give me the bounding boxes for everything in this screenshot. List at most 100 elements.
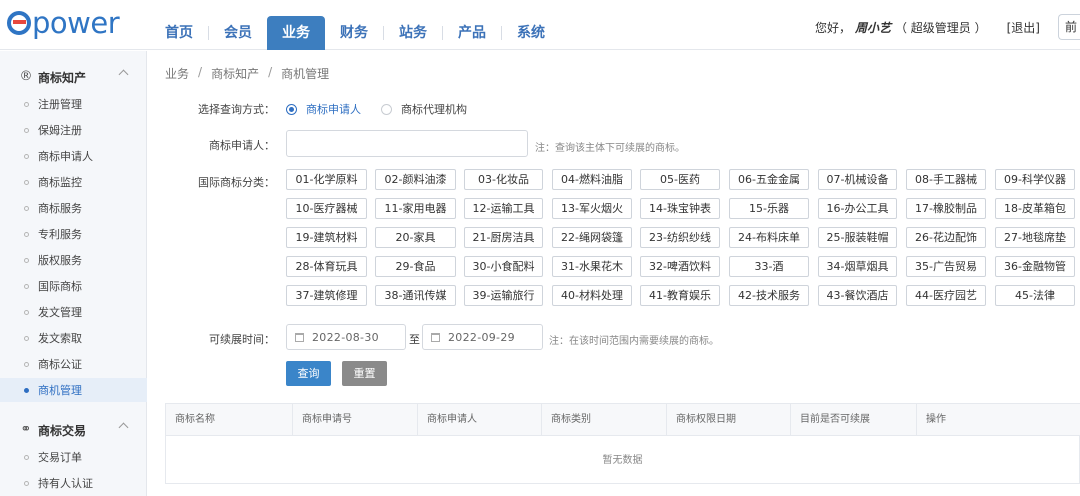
category-option[interactable]: 43-餐饮酒店 [818,285,897,306]
category-option[interactable]: 34-烟草烟具 [818,256,897,277]
category-option[interactable]: 03-化妆品 [464,169,543,190]
table-column-header: 目前是否可续展 [791,404,917,436]
epower-logo[interactable]: power [7,6,120,40]
category-option[interactable]: 32-啤酒饮料 [640,256,720,277]
calendar-icon [431,332,440,342]
category-option[interactable]: 29-食品 [375,256,456,277]
category-option[interactable]: 40-材料处理 [552,285,632,306]
query-button[interactable]: 查询 [286,361,331,386]
category-option[interactable]: 26-花边配饰 [906,227,986,248]
category-option[interactable]: 14-珠宝钟表 [640,198,720,219]
sidebar-item[interactable]: 国际商标 [0,274,147,298]
sidebar-item-label: 保姆注册 [38,124,82,137]
date-to-input[interactable]: 2022-09-29 [422,324,543,350]
handshake-icon: ⚭ [20,422,32,437]
breadcrumb-item[interactable]: 商标知产 [211,65,259,82]
sidebar-item[interactable]: 专利服务 [0,222,147,246]
sidebar-item-label: 注册管理 [38,98,82,111]
radio-circle [286,103,297,115]
category-option[interactable]: 17-橡胶制品 [906,198,986,219]
category-option[interactable]: 16-办公工具 [818,198,897,219]
category-option[interactable]: 42-技术服务 [729,285,809,306]
category-option[interactable]: 06-五金金属 [729,169,809,190]
category-option[interactable]: 12-运输工具 [464,198,543,219]
home-button[interactable]: 前 [1058,14,1080,40]
bullet-icon [24,361,29,367]
category-option[interactable]: 41-教育娱乐 [640,285,720,306]
category-option[interactable]: 35-广告贸易 [906,256,986,277]
applicant-input[interactable] [286,130,528,157]
category-option[interactable]: 07-机械设备 [818,169,897,190]
nav-tab-3[interactable]: 财务 [325,16,383,50]
category-option[interactable]: 24-布料床单 [729,227,809,248]
category-option[interactable]: 21-厨房洁具 [464,227,543,248]
category-option[interactable]: 10-医疗器械 [286,198,367,219]
top-navigation: 首页 会员 业务 财务 站务 产品 系统 [150,16,560,50]
category-option[interactable]: 13-军火烟火 [552,198,632,219]
sidebar-item-label: 商标服务 [38,202,82,215]
sidebar-item[interactable]: 保姆注册 [0,118,147,142]
category-option[interactable]: 44-医疗园艺 [906,285,986,306]
category-option[interactable]: 27-地毯席垫 [995,227,1075,248]
category-option[interactable]: 28-体育玩具 [286,256,367,277]
sidebar-item[interactable]: 发文管理 [0,300,147,324]
nav-tab-6[interactable]: 系统 [502,16,560,50]
table-column-header: 商标权限日期 [667,404,791,436]
greeting-text: 您好， [814,20,851,35]
category-option[interactable]: 04-燃料油脂 [552,169,632,190]
registered-icon: ® [19,69,33,84]
sidebar-item[interactable]: 交易订单 [0,445,147,469]
sidebar-item[interactable]: 持有人认证 [0,471,147,495]
sidebar-group-trademark[interactable]: ® 商标知产 [0,64,147,90]
category-option[interactable]: 09-科学仪器 [995,169,1075,190]
sidebar-item[interactable]: 商机管理 [0,378,147,402]
category-option[interactable]: 25-服装鞋帽 [818,227,897,248]
sidebar-item[interactable]: 发文索取 [0,326,147,350]
nav-tab-2[interactable]: 业务 [267,16,325,50]
bullet-icon [24,127,29,133]
category-option[interactable]: 45-法律 [995,285,1075,306]
sidebar-item[interactable]: 注册管理 [0,92,147,116]
radio-agency[interactable]: 商标代理机构 [381,101,467,117]
category-option[interactable]: 15-乐器 [729,198,809,219]
category-option[interactable]: 31-水果花木 [552,256,632,277]
results-table: 商标名称 商标申请号 商标申请人 商标类别 商标权限日期 目前是否可续展 操作 暂无数据 [165,403,1080,484]
radio-applicant[interactable]: 商标申请人 [286,101,361,117]
category-option[interactable]: 19-建筑材料 [286,227,367,248]
nav-tab-0[interactable]: 首页 [150,16,208,50]
category-option[interactable]: 18-皮革箱包 [995,198,1075,219]
nav-tab-4[interactable]: 站务 [384,16,442,50]
category-option[interactable]: 33-酒 [729,256,809,277]
radio-circle [381,103,392,115]
sidebar-item[interactable]: 商标监控 [0,170,147,194]
sidebar-item[interactable]: 商标公证 [0,352,147,376]
sidebar-group-trade[interactable]: ⚭ 商标交易 [0,417,147,443]
nav-tab-1[interactable]: 会员 [209,16,267,50]
bullet-icon [24,179,29,185]
category-option[interactable]: 11-家用电器 [375,198,456,219]
category-label: 国际商标分类： [198,176,275,189]
table-column-header: 操作 [926,414,946,425]
category-option[interactable]: 39-运输旅行 [464,285,543,306]
category-option[interactable]: 36-金融物管 [995,256,1075,277]
category-option[interactable]: 37-建筑修理 [286,285,367,306]
category-option[interactable]: 08-手工器械 [906,169,986,190]
sidebar-item[interactable]: 版权服务 [0,248,147,272]
category-option[interactable]: 38-通讯传媒 [375,285,456,306]
nav-tab-5[interactable]: 产品 [443,16,501,50]
category-option[interactable]: 02-颜料油漆 [375,169,456,190]
breadcrumb-item[interactable]: 业务 [165,65,189,82]
sidebar-item[interactable]: 商标申请人 [0,144,147,168]
logout-link[interactable]: [退出] [1007,19,1040,36]
breadcrumb-item: 商机管理 [281,67,330,81]
category-option[interactable]: 01-化学原料 [286,169,367,190]
category-option[interactable]: 23-纺织纱线 [640,227,720,248]
sidebar-item[interactable]: 商标服务 [0,196,147,220]
sidebar-group-label: 商标交易 [38,423,87,438]
category-option[interactable]: 30-小食配料 [464,256,543,277]
category-option[interactable]: 22-绳网袋篷 [552,227,632,248]
date-from-input[interactable]: 2022-08-30 [286,324,406,350]
category-option[interactable]: 05-医药 [640,169,720,190]
reset-button[interactable]: 重置 [342,361,387,386]
category-option[interactable]: 20-家具 [375,227,456,248]
